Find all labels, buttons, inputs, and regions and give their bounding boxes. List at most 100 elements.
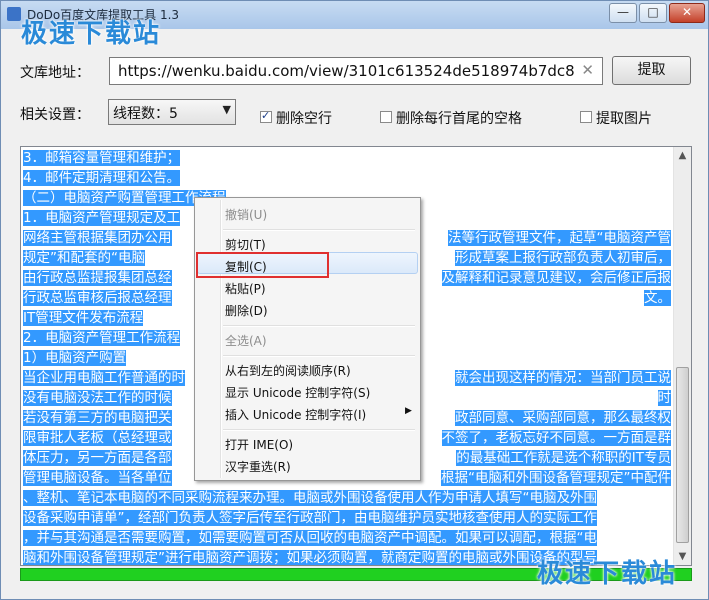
scroll-thumb[interactable] [676,367,689,543]
content-line-text: ，并与其沟通是否需要购置，如需要购置可否从回收的电脑资产中调配。如果可以调配，根… [23,530,597,546]
content-line-text: 行政总监审核后报总经理 [23,290,172,306]
content-line: 设备采购申请单”，经部门负责人签字后传至行政部门，由电脑维护员实地核查使用人的实… [23,508,597,528]
content-line: 管理电脑设备。当各单位 [23,468,172,488]
content-line-fragment: 及解释和记录意见建议，会后修正后报 [441,268,671,288]
content-line: 没有电脑没法工作的时候 [23,388,172,408]
threads-select-value: 线程数：5 [113,106,178,122]
menu-item-cut[interactable]: 剪切(T) [225,236,266,253]
chevron-down-icon: ▼ [222,103,231,116]
content-line: 4．邮件定期清理和公告。 [23,168,181,188]
menu-icon-strip [220,200,222,478]
content-line: 由行政总监提报集团总经 [23,268,172,288]
content-line-text: 脑和外围设备管理规定”进行电脑资产调拨；如果必须购置，就商定购置的电脑或外围设备… [23,550,597,566]
app-window: DoDo百度文库提取工具 1.3 — □ ✕ 极速下载站 文库地址： https… [0,0,709,600]
url-value: https://wenku.baidu.com/view/3101c613524… [118,62,575,80]
content-line-text: IT管理文件发布流程 [23,310,144,326]
content-line: IT管理文件发布流程 [23,308,144,328]
content-line: 限审批人老板（总经理或 [23,428,172,448]
menu-separator [223,429,415,431]
copy-highlight-box [196,252,329,278]
content-line-text: 3．邮箱容量管理和维护； [23,150,181,166]
content-line-text: 规定”和配套的“电脑 [23,250,145,266]
content-line-text: 管理电脑设备。当各单位 [23,470,172,486]
menu-separator [223,355,415,357]
menu-item-delete[interactable]: 删除(D) [225,302,268,319]
menu-item-insert-unicode[interactable]: 插入 Unicode 控制字符(I) [225,406,366,423]
submenu-arrow-icon: ▶ [405,406,412,416]
content-line-text: 限审批人老板（总经理或 [23,430,172,446]
content-line-text: 设备采购申请单”，经部门负责人签字后传至行政部门，由电脑维护员实地核查使用人的实… [23,510,597,526]
content-line: 体压力，另一方面是各部 [23,448,172,468]
content-line-fragment-text: 就会出现这样的情况：当部门员工说 [455,370,671,386]
content-line-fragment-text: 的最基础工作就是选个称职的IT专员 [456,450,671,466]
content-line: 网络主管根据集团办公用 [23,228,172,248]
content-line-fragment: 形成草案上报行政部负责人初审后， [455,248,671,268]
content-line-text: 当企业用电脑工作普通的时 [23,370,185,386]
content-line-text: 没有电脑没法工作的时候 [23,390,172,406]
content-line: 行政总监审核后报总经理 [23,288,172,308]
close-button[interactable]: ✕ [669,3,705,23]
minimize-button[interactable]: — [609,3,637,23]
content-line: 、整机、笔记本电脑的不同采购流程来办理。电脑或外围设备使用人作为申请人填写“电脑… [23,488,597,508]
content-line: 若没有第三方的电脑把关 [23,408,172,428]
content-line-text: 2．电脑资产管理工作流程 [23,330,181,346]
content-line-fragment: 时 [657,388,671,408]
settings-label: 相关设置： [20,107,90,123]
content-line-text: 体压力，另一方面是各部 [23,450,172,466]
content-line: 脑和外围设备管理规定”进行电脑资产调拨；如果必须购置，就商定购置的电脑或外围设备… [23,548,597,566]
url-input[interactable]: https://wenku.baidu.com/view/3101c613524… [109,57,603,85]
content-line: 1）电脑资产购置 [23,348,127,368]
clear-icon[interactable]: ✕ [581,61,594,79]
content-line: 1．电脑资产管理规定及工 [23,208,181,228]
content-line-fragment-text: 政部同意、采购部同意，那么最终权 [455,410,671,426]
content-line-fragment: 根据“电脑和外围设备管理规定”中配件 [441,468,671,488]
watermark-logo-bottom: 极速下载站 [537,559,678,589]
content-line-fragment-text: 文。 [644,290,671,306]
context-menu: 撤销(U) 剪切(T) 复制(C) 粘贴(P) 删除(D) 全选(A) 从右到左… [194,197,421,481]
content-line: ，并与其沟通是否需要购置，如需要购置可否从回收的电脑资产中调配。如果可以调配，根… [23,528,597,548]
content-line-fragment: 不签了，老板忘好不同意。一方面是群 [441,428,671,448]
content-line-fragment-text: 及解释和记录意见建议，会后修正后报 [441,270,671,286]
content-line-text: 若没有第三方的电脑把关 [23,410,172,426]
scroll-up-icon[interactable]: ▲ [674,147,691,164]
trim-spaces-checkbox[interactable] [380,111,392,123]
delete-empty-lines-label: 删除空行 [276,111,332,127]
menu-separator [223,325,415,327]
threads-select[interactable]: 线程数：5 ▼ [108,99,236,125]
content-line-text: 1）电脑资产购置 [23,350,127,366]
menu-item-undo[interactable]: 撤销(U) [225,206,267,223]
vertical-scrollbar[interactable]: ▲ ▼ [673,147,691,565]
content-line-text: 网络主管根据集团办公用 [23,230,172,246]
menu-item-select-all[interactable]: 全选(A) [225,332,267,349]
menu-item-open-ime[interactable]: 打开 IME(O) [225,436,293,453]
menu-item-rtl-reading[interactable]: 从右到左的阅读顺序(R) [225,362,351,379]
content-line-text: 4．邮件定期清理和公告。 [23,170,181,186]
menu-item-reconversion[interactable]: 汉字重选(R) [225,458,291,475]
content-line-fragment-text: 时 [657,390,671,406]
url-label: 文库地址： [20,65,90,81]
content-line: 3．邮箱容量管理和维护； [23,148,181,168]
content-line-text: 、整机、笔记本电脑的不同采购流程来办理。电脑或外围设备使用人作为申请人填写“电脑… [23,490,597,506]
content-line-fragment: 政部同意、采购部同意，那么最终权 [455,408,671,428]
delete-empty-lines-checkbox[interactable] [260,109,272,123]
extract-images-checkbox[interactable] [580,111,592,123]
content-line: 2．电脑资产管理工作流程 [23,328,181,348]
content-line-fragment: 文。 [644,288,671,308]
content-line-fragment-text: 根据“电脑和外围设备管理规定”中配件 [441,470,671,486]
extract-images-label: 提取图片 [596,111,652,127]
menu-item-show-unicode[interactable]: 显示 Unicode 控制字符(S) [225,384,370,401]
content-line: 规定”和配套的“电脑 [23,248,145,268]
menu-separator [223,229,415,231]
content-line-fragment-text: 形成草案上报行政部负责人初审后， [455,250,671,266]
extract-button[interactable]: 提取 [612,56,691,85]
trim-spaces-label: 删除每行首尾的空格 [396,111,522,127]
app-icon [7,7,21,21]
content-line-fragment: 就会出现这样的情况：当部门员工说 [455,368,671,388]
menu-item-paste[interactable]: 粘贴(P) [225,280,266,297]
content-line-fragment-text: 不签了，老板忘好不同意。一方面是群 [441,430,671,446]
maximize-button[interactable]: □ [639,3,667,23]
content-line-text: 由行政总监提报集团总经 [23,270,172,286]
content-line-fragment: 的最基础工作就是选个称职的IT专员 [456,448,671,468]
content-line-text: 1．电脑资产管理规定及工 [23,210,181,226]
content-line-fragment: 法等行政管理文件，起草“电脑资产管 [448,228,671,248]
